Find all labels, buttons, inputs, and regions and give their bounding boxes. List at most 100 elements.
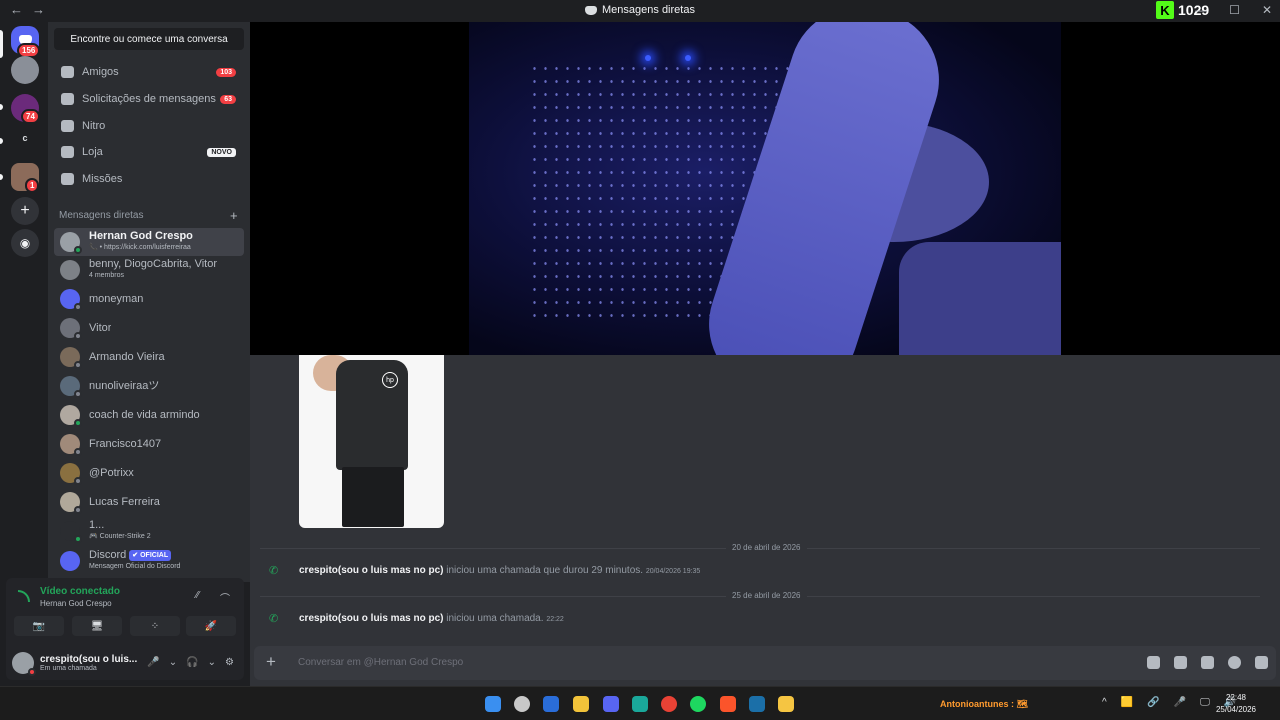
dm-text: 1... 🎮 Counter-Strike 2 <box>89 520 151 542</box>
dm-item[interactable]: Hernan God Crespo 📞 • https://kick.com/lu… <box>54 228 244 256</box>
activities-button[interactable]: ⁘ <box>130 616 180 636</box>
user-avatar[interactable] <box>12 652 36 676</box>
dm-item[interactable]: benny, DiogoCabrita, Vitor 4 membros <box>54 256 244 284</box>
dm-text: Lucas Ferreira <box>89 497 160 508</box>
dm-item[interactable]: Armando Vieira <box>54 343 244 371</box>
dm-text: @Potrixx <box>89 468 134 479</box>
tray-display-icon[interactable]: 🖵 <box>1200 697 1210 708</box>
server-c[interactable]: c <box>11 124 39 152</box>
dm-item[interactable]: moneyman <box>54 285 244 313</box>
add-server-icon[interactable]: + <box>11 197 39 225</box>
nav-message-requests[interactable]: Solicitações de mensagens 63 <box>54 87 244 111</box>
spotify-icon[interactable] <box>690 696 706 712</box>
create-dm-icon[interactable]: + <box>230 208 238 223</box>
chevron-down-icon[interactable]: ⌄ <box>169 657 177 668</box>
sticker-icon[interactable] <box>1201 656 1214 669</box>
call-author[interactable]: crespito(sou o luis mas no pc) <box>299 613 443 624</box>
avatar <box>60 492 82 514</box>
dm-item[interactable]: Francisco1407 <box>54 430 244 458</box>
call-author[interactable]: crespito(sou o luis mas no pc) <box>299 565 443 576</box>
apps-icon[interactable] <box>1255 656 1268 669</box>
dm-item[interactable]: Vitor <box>54 314 244 342</box>
dm-item[interactable]: nunoliveiraaツ <box>54 372 244 400</box>
dm-text: Armando Vieira <box>89 352 165 363</box>
screen-share-button[interactable]: 🖥 <box>72 616 122 636</box>
whatsapp-notification[interactable]: Antonioantunes : 🗺 <box>940 699 1028 710</box>
avatar <box>60 260 80 280</box>
discord-icon[interactable] <box>603 696 619 712</box>
clock[interactable]: 22:48 25/04/2026 <box>1216 692 1256 716</box>
nav-requests-label: Solicitações de mensagens <box>82 93 216 105</box>
file-explorer-icon[interactable] <box>573 696 589 712</box>
nav-shop[interactable]: Loja NOVO <box>54 140 244 164</box>
gift-icon[interactable] <box>1147 656 1160 669</box>
tray-mic-icon[interactable]: 🎤 <box>1174 697 1186 708</box>
phone-icon: ✆ <box>269 564 279 577</box>
video-stream[interactable] <box>250 22 1280 355</box>
server-avatar-3[interactable]: 1 <box>11 163 40 193</box>
add-attachment-icon[interactable]: + <box>266 652 276 672</box>
notes-app-icon[interactable] <box>778 696 794 712</box>
dm-item[interactable]: Discord ✔ OFICIAL Mensagem Oficial do Disc… <box>54 547 244 575</box>
server-avatar-2[interactable]: 74 <box>11 94 40 124</box>
status-indicator <box>74 477 82 485</box>
call-message: ✆ crespito(sou o luis mas no pc) iniciou… <box>250 607 1280 629</box>
voice-channel[interactable]: Hernan God Crespo <box>40 599 112 608</box>
tray-link-icon[interactable]: 🔗 <box>1147 697 1159 708</box>
noise-suppression-icon[interactable]: ⁄⁄ <box>196 590 199 601</box>
dm-text: benny, DiogoCabrita, Vitor 4 membros <box>89 259 217 281</box>
image-attachment[interactable]: hp <box>299 355 444 528</box>
call-description: iniciou uma chamada que durou 29 minutos… <box>446 564 644 576</box>
dm-text: Francisco1407 <box>89 439 161 450</box>
dm-name: Francisco1407 <box>89 438 162 450</box>
nav-nitro-label: Nitro <box>82 120 106 132</box>
tray-expand-icon[interactable]: ^ <box>1102 697 1107 708</box>
tray-app-icon[interactable]: 🟨 <box>1121 697 1133 708</box>
sticker-legs <box>342 467 404 527</box>
dm-name: Hernan God Crespo <box>89 231 193 242</box>
disconnect-icon[interactable]: ⌒ <box>220 590 230 605</box>
shield-app-icon[interactable] <box>514 696 530 712</box>
server-unread-pill <box>0 138 3 144</box>
headset-icon[interactable]: 🎧 <box>186 657 198 668</box>
status-indicator <box>74 506 82 514</box>
sticker-jersey: hp <box>336 360 408 470</box>
status-indicator <box>74 361 82 369</box>
nav-friends[interactable]: Amigos 103 <box>54 60 244 84</box>
video-frame <box>469 22 1061 355</box>
dm-item[interactable]: @Potrixx <box>54 459 244 487</box>
chevron-down-icon[interactable]: ⌄ <box>208 657 216 668</box>
gif-icon[interactable] <box>1174 656 1187 669</box>
minimize-button[interactable]: — <box>1195 3 1207 17</box>
chrome-icon[interactable] <box>661 696 677 712</box>
close-button[interactable]: ✕ <box>1262 3 1272 17</box>
dm-item[interactable]: 1... 🎮 Counter-Strike 2 <box>54 517 244 545</box>
server-avatar-1[interactable] <box>11 56 39 84</box>
dm-item[interactable]: Lucas Ferreira <box>54 488 244 516</box>
copilot-icon[interactable] <box>543 696 559 712</box>
username[interactable]: crespito(sou o luis... <box>40 654 137 665</box>
find-conversation-button[interactable]: Encontre ou comece uma conversa <box>54 28 244 50</box>
dm-name: 1... <box>89 520 105 531</box>
status-indicator <box>74 419 82 427</box>
explore-servers-icon[interactable]: ◉ <box>11 229 39 257</box>
teal-app-icon[interactable] <box>632 696 648 712</box>
discord-home-icon[interactable]: 156 <box>11 26 41 58</box>
call-description: iniciou uma chamada. <box>446 612 544 624</box>
nav-nitro[interactable]: Nitro <box>54 114 244 138</box>
avatar <box>60 521 82 543</box>
settings-gear-icon[interactable]: ⚙ <box>225 657 234 668</box>
emoji-icon[interactable] <box>1228 656 1241 669</box>
message-input[interactable]: Conversar em @Hernan God Crespo <box>298 657 463 668</box>
camera-off-button[interactable]: 📷 <box>14 616 64 636</box>
dm-item[interactable]: coach de vida armindo <box>54 401 244 429</box>
microphone-icon[interactable]: 🎤 <box>147 657 159 668</box>
soundboard-button[interactable]: 🚀 <box>186 616 236 636</box>
maximize-button[interactable]: ☐ <box>1229 3 1240 17</box>
dm-text: nunoliveiraaツ <box>89 381 159 392</box>
steam-icon[interactable] <box>749 696 765 712</box>
windows-start-icon[interactable] <box>485 696 501 712</box>
dm-text: Discord ✔ OFICIAL Mensagem Oficial do Disc… <box>89 550 180 572</box>
nav-quests[interactable]: Missões <box>54 167 244 191</box>
brave-icon[interactable] <box>720 696 736 712</box>
